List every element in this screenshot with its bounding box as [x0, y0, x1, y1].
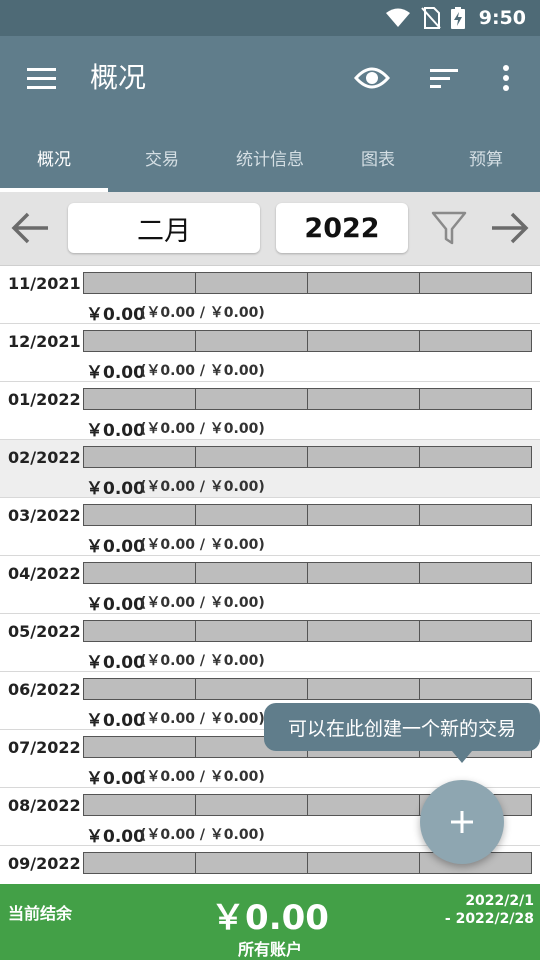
summary-bar — [83, 620, 532, 642]
month-label: 09/2022 — [8, 854, 81, 873]
sort-icon — [430, 69, 458, 88]
summary-bar — [83, 330, 532, 352]
list-item[interactable]: 11/2021 ￥0.00 (￥0.00 / ￥0.00) — [0, 266, 540, 325]
month-amount: ￥0.00 — [86, 595, 145, 615]
month-label: 03/2022 — [8, 506, 81, 525]
date-range-start: 2022/2/1 — [465, 893, 534, 909]
month-label: 07/2022 — [8, 738, 81, 757]
next-period-button[interactable] — [490, 210, 530, 246]
plus-icon — [451, 811, 473, 833]
menu-button[interactable] — [26, 64, 58, 94]
summary-bar — [83, 272, 532, 294]
month-amount-detail: (￥0.00 / ￥0.00) — [140, 769, 265, 785]
list-item-current[interactable]: 02/2022 ￥0.00 (￥0.00 / ￥0.00) — [0, 440, 540, 499]
tab-budget[interactable]: 预算 — [432, 122, 540, 192]
month-amount-detail: (￥0.00 / ￥0.00) — [140, 537, 265, 553]
month-amount-detail: (￥0.00 / ￥0.00) — [140, 827, 265, 843]
date-range-end: - 2022/2/28 — [444, 911, 534, 927]
month-amount: ￥0.00 — [86, 769, 145, 789]
tab-transactions[interactable]: 交易 — [108, 122, 216, 192]
no-sim-icon — [420, 7, 441, 29]
eye-icon — [354, 67, 390, 89]
date-range: 2022/2/1 - 2022/2/28 — [445, 892, 534, 928]
create-transaction-tooltip: 可以在此创建一个新的交易 — [264, 703, 540, 763]
month-label: 08/2022 — [8, 796, 81, 815]
page-title: 概况 — [90, 61, 147, 94]
month-amount-detail: (￥0.00 / ￥0.00) — [140, 711, 265, 727]
month-amount: ￥0.00 — [86, 479, 145, 499]
arrow-left-icon — [11, 212, 48, 244]
filter-icon — [431, 211, 467, 245]
summary-bar — [83, 504, 532, 526]
month-label: 02/2022 — [8, 448, 81, 467]
more-options-button[interactable] — [496, 60, 516, 96]
month-amount-detail: (￥0.00 / ￥0.00) — [140, 479, 265, 495]
summary-bar — [83, 446, 532, 468]
battery-charging-icon — [450, 7, 465, 29]
more-vert-icon — [503, 65, 509, 91]
list-item[interactable]: 01/2022 ￥0.00 (￥0.00 / ￥0.00) — [0, 382, 540, 441]
period-selector: 二月 2022 — [0, 192, 540, 266]
visibility-button[interactable] — [354, 60, 390, 96]
list-item[interactable]: 05/2022 ￥0.00 (￥0.00 / ￥0.00) — [0, 614, 540, 673]
tab-overview[interactable]: 概况 — [0, 122, 108, 192]
previous-period-button[interactable] — [10, 210, 50, 246]
menu-icon — [27, 68, 56, 89]
month-amount: ￥0.00 — [86, 363, 145, 383]
month-amount: ￥0.00 — [86, 827, 145, 847]
summary-bar — [83, 562, 532, 584]
add-transaction-button[interactable] — [420, 780, 504, 864]
balance-footer: 当前结余 ￥0.00 所有账户 2022/2/1 - 2022/2/28 — [0, 884, 540, 960]
month-amount-detail: (￥0.00 / ￥0.00) — [140, 305, 265, 321]
status-time: 9:50 — [478, 7, 526, 29]
filter-button[interactable] — [430, 208, 468, 248]
list-item[interactable]: 12/2021 ￥0.00 (￥0.00 / ￥0.00) — [0, 324, 540, 383]
month-label: 06/2022 — [8, 680, 81, 699]
app-bar: 概况 — [0, 36, 540, 122]
month-amount: ￥0.00 — [86, 305, 145, 325]
tab-statistics[interactable]: 统计信息 — [216, 122, 324, 192]
month-amount-detail: (￥0.00 / ￥0.00) — [140, 421, 265, 437]
month-amount: ￥0.00 — [86, 711, 145, 731]
tab-bar: 概况 交易 统计信息 图表 预算 — [0, 122, 540, 192]
month-label: 12/2021 — [8, 332, 81, 351]
account-selector[interactable]: 所有账户 — [0, 936, 540, 960]
year-selector[interactable]: 2022 — [276, 203, 408, 253]
month-label: 04/2022 — [8, 564, 81, 583]
summary-bar — [83, 678, 532, 700]
month-amount: ￥0.00 — [86, 537, 145, 557]
sort-button[interactable] — [428, 60, 460, 96]
month-amount: ￥0.00 — [86, 421, 145, 441]
month-label: 05/2022 — [8, 622, 81, 641]
month-amount-detail: (￥0.00 / ￥0.00) — [140, 363, 265, 379]
summary-bar — [83, 388, 532, 410]
list-item[interactable]: 03/2022 ￥0.00 (￥0.00 / ￥0.00) — [0, 498, 540, 557]
month-amount-detail: (￥0.00 / ￥0.00) — [140, 653, 265, 669]
month-label: 11/2021 — [8, 274, 81, 293]
month-amount: ￥0.00 — [86, 653, 145, 673]
month-amount-detail: (￥0.00 / ￥0.00) — [140, 595, 265, 611]
tab-charts[interactable]: 图表 — [324, 122, 432, 192]
list-item[interactable]: 04/2022 ￥0.00 (￥0.00 / ￥0.00) — [0, 556, 540, 615]
wifi-icon — [385, 8, 410, 27]
arrow-right-icon — [492, 212, 529, 244]
month-selector[interactable]: 二月 — [68, 203, 260, 253]
month-label: 01/2022 — [8, 390, 81, 409]
status-bar: 9:50 — [0, 0, 540, 36]
